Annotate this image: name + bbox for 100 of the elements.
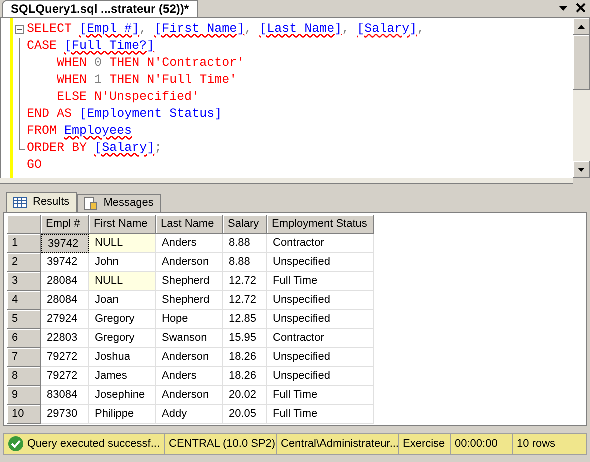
table-cell: Unspecified <box>267 310 374 329</box>
code-token: ; <box>154 141 162 155</box>
checkmark-icon <box>8 436 24 452</box>
code-token: WHEN <box>56 73 88 87</box>
code-token: THEN <box>110 73 140 87</box>
row-header[interactable]: 8 <box>7 367 41 386</box>
column-header[interactable]: First Name <box>89 215 156 234</box>
code-token: 1 <box>94 73 102 87</box>
table-cell: 20.05 <box>223 405 267 424</box>
table-cell: 22803 <box>41 329 89 348</box>
table-cell: Full Time <box>267 386 374 405</box>
code-token: Employees <box>64 124 132 138</box>
table-cell: Anderson <box>156 348 223 367</box>
scroll-up-icon[interactable] <box>578 24 585 28</box>
code-token: [First Name] <box>154 22 245 36</box>
code-token: [Salary] <box>357 22 418 36</box>
horizontal-scrollbar[interactable] <box>0 178 573 184</box>
collapse-icon[interactable] <box>15 25 24 34</box>
results-tab[interactable]: Results <box>6 192 77 212</box>
document-tab[interactable]: SQLQuery1.sql ...strateur (52))* <box>2 0 198 17</box>
table-cell: 15.95 <box>223 329 267 348</box>
scroll-down-icon[interactable] <box>578 168 585 172</box>
column-header[interactable]: Empl # <box>41 215 89 234</box>
table-cell: Contractor <box>267 234 374 253</box>
code-token: [Employment Status] <box>80 107 222 121</box>
column-header[interactable]: Last Name <box>156 215 223 234</box>
table-cell: 12.72 <box>223 291 267 310</box>
table-cell: Anders <box>156 234 223 253</box>
table-cell: Full Time <box>267 405 374 424</box>
table-cell: Anders <box>156 367 223 386</box>
table-cell: 12.72 <box>223 272 267 291</box>
table-cell: 8.88 <box>223 253 267 272</box>
code-token: CASE <box>27 39 58 53</box>
status-text: Exercise <box>403 436 446 452</box>
code-token: [Salary] <box>94 141 155 155</box>
table-cell: 83084 <box>41 386 89 405</box>
code-token: , <box>342 22 350 36</box>
code-token: ELSE <box>56 90 88 104</box>
table-cell: Joshua <box>89 348 156 367</box>
table-cell: 29730 <box>41 405 89 424</box>
code-token: , <box>244 22 252 36</box>
code-token: BY <box>72 141 88 155</box>
table-cell: Swanson <box>156 329 223 348</box>
column-header[interactable]: Salary <box>223 215 267 234</box>
status-text: 00:00:00 <box>455 436 498 452</box>
row-header[interactable]: 5 <box>7 310 41 329</box>
code-token: N'Unspecified' <box>94 90 200 104</box>
code-token: [Empl #] <box>80 22 140 36</box>
row-header[interactable]: 10 <box>7 405 41 424</box>
table-cell: Anderson <box>156 386 223 405</box>
table-cell: Shepherd <box>156 272 223 291</box>
code-token: END <box>27 107 50 121</box>
grid-corner-header[interactable] <box>7 215 41 234</box>
table-cell: Unspecified <box>267 367 374 386</box>
row-header[interactable]: 9 <box>7 386 41 405</box>
table-cell: 79272 <box>41 367 89 386</box>
code-token: , <box>417 22 425 36</box>
table-cell: Full Time <box>267 272 374 291</box>
row-header[interactable]: 6 <box>7 329 41 348</box>
table-cell: 8.88 <box>223 234 267 253</box>
code-token: AS <box>57 107 72 121</box>
table-cell: Contractor <box>267 329 374 348</box>
table-cell: NULL <box>89 234 156 253</box>
status-text: CENTRAL (10.0 SP2) <box>169 436 276 452</box>
row-header[interactable]: 1 <box>7 234 41 253</box>
table-cell: Josephine <box>89 386 156 405</box>
row-header[interactable]: 2 <box>7 253 41 272</box>
table-cell: 12.85 <box>223 310 267 329</box>
table-cell: 39742 <box>41 253 89 272</box>
vertical-scrollbar[interactable] <box>573 18 590 178</box>
code-token: SELECT <box>27 22 72 36</box>
close-icon[interactable] <box>576 3 586 13</box>
table-cell: Joan <box>89 291 156 310</box>
table-cell: 18.26 <box>223 367 267 386</box>
table-cell: 20.02 <box>223 386 267 405</box>
table-cell: Philippe <box>89 405 156 424</box>
code-token: [Full Time?] <box>64 39 155 53</box>
table-cell: Shepherd <box>156 291 223 310</box>
code-token: ORDER <box>27 141 65 155</box>
table-cell: Hope <box>156 310 223 329</box>
grid-icon <box>13 197 27 208</box>
table-cell: 27924 <box>41 310 89 329</box>
code-token: , <box>140 22 148 36</box>
code-token: WHEN <box>56 56 88 70</box>
table-cell: Unspecified <box>267 348 374 367</box>
row-header[interactable]: 3 <box>7 272 41 291</box>
code-token: GO <box>27 158 42 172</box>
table-cell: 39742 <box>41 234 89 253</box>
dropdown-icon[interactable] <box>559 6 568 11</box>
code-token: THEN <box>110 56 140 70</box>
results-tab[interactable]: Messages <box>76 194 161 212</box>
code-token: 0 <box>94 56 102 70</box>
column-header[interactable]: Employment Status <box>267 215 374 234</box>
table-cell: 28084 <box>41 291 89 310</box>
table-cell: 79272 <box>41 348 89 367</box>
row-header[interactable]: 4 <box>7 291 41 310</box>
row-header[interactable]: 7 <box>7 348 41 367</box>
table-cell: Unspecified <box>267 253 374 272</box>
table-cell: Addy <box>156 405 223 424</box>
table-cell: Gregory <box>89 310 156 329</box>
